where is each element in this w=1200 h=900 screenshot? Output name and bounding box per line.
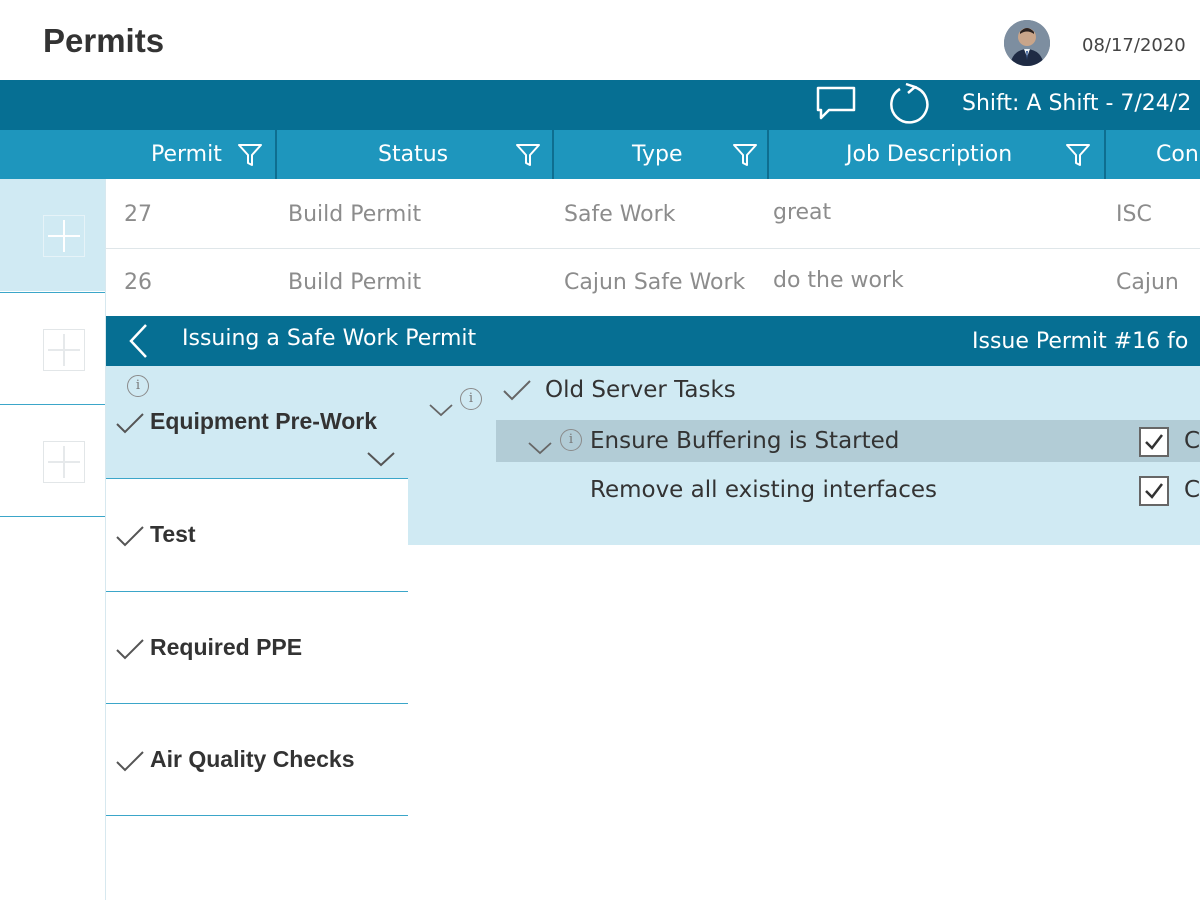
info-icon[interactable]: i: [560, 429, 582, 451]
page-title: Permits: [43, 22, 165, 59]
column-header-con[interactable]: Con: [1156, 130, 1199, 179]
filter-icon[interactable]: [237, 142, 263, 168]
chevron-down-icon[interactable]: [428, 402, 454, 418]
cell-permit: 26: [124, 270, 152, 295]
checkbox-label: C: [1184, 428, 1200, 454]
wizard-right-label: Issue Permit #16 fo: [972, 329, 1189, 354]
column-divider: [275, 130, 277, 179]
column-divider: [1104, 130, 1106, 179]
info-icon[interactable]: i: [127, 375, 149, 397]
wizard-title: Issuing a Safe Work Permit: [182, 326, 477, 351]
step-air-quality-checks[interactable]: Air Quality Checks: [106, 704, 408, 816]
step-label: Equipment Pre-Work: [150, 408, 378, 434]
header-date: 08/17/2020: [1082, 35, 1186, 56]
cell-status: Build Permit: [288, 202, 422, 227]
column-divider: [552, 130, 554, 179]
rail-divider: [0, 516, 105, 517]
add-icon[interactable]: [43, 441, 85, 483]
subtask-checkbox[interactable]: [1139, 427, 1169, 457]
shift-label[interactable]: Shift: A Shift - 7/24/2: [962, 91, 1191, 116]
table-row[interactable]: 27 Build Permit Safe Work great ISC: [106, 180, 1200, 249]
cell-type: Safe Work: [564, 202, 676, 227]
rail-cell[interactable]: [0, 405, 105, 517]
step-label: Test: [150, 521, 196, 547]
table-row[interactable]: 26 Build Permit Cajun Safe Work do the w…: [106, 249, 1200, 318]
add-icon[interactable]: [43, 215, 85, 257]
column-header-permit[interactable]: Permit: [151, 130, 222, 179]
cell-con: ISC: [1116, 202, 1152, 227]
back-chevron-icon[interactable]: [124, 322, 154, 360]
task-group-label: Old Server Tasks: [545, 377, 736, 403]
check-icon: [116, 639, 144, 660]
add-icon[interactable]: [43, 329, 85, 371]
step-label: Air Quality Checks: [150, 746, 355, 772]
refresh-icon[interactable]: [886, 82, 930, 126]
column-header-job-description[interactable]: Job Description: [846, 130, 1012, 179]
step-equipment-pre-work[interactable]: i Equipment Pre-Work: [106, 366, 408, 478]
check-icon: [116, 751, 144, 772]
filter-icon[interactable]: [1065, 142, 1091, 168]
task-item-checkbox[interactable]: [1139, 476, 1169, 506]
task-item-label: Remove all existing interfaces: [590, 477, 938, 503]
cell-status: Build Permit: [288, 270, 422, 295]
chat-icon[interactable]: [815, 85, 857, 123]
rail-cell[interactable]: [0, 293, 105, 405]
rail-cell-selected[interactable]: [0, 179, 105, 291]
check-icon: [116, 526, 144, 547]
avatar-image: [1004, 20, 1050, 66]
cell-permit: 27: [124, 202, 152, 227]
column-divider: [767, 130, 769, 179]
cell-type: Cajun Safe Work: [564, 270, 746, 295]
check-icon: [116, 413, 144, 434]
step-test[interactable]: Test: [106, 479, 408, 591]
cell-job-description: great: [773, 200, 832, 225]
cell-con: Cajun: [1116, 270, 1179, 295]
chevron-down-icon[interactable]: [366, 450, 396, 468]
column-header-status[interactable]: Status: [378, 130, 448, 179]
chevron-down-icon[interactable]: [527, 440, 553, 456]
subtask-label: Ensure Buffering is Started: [590, 428, 900, 454]
checkmark-icon: [1145, 434, 1163, 450]
checkmark-icon: [1145, 483, 1163, 499]
check-icon: [503, 380, 531, 401]
checkbox-label: C: [1184, 477, 1200, 503]
column-header-type[interactable]: Type: [632, 130, 683, 179]
step-label: Required PPE: [150, 634, 303, 660]
cell-job-description: do the work: [773, 268, 904, 293]
filter-icon[interactable]: [515, 142, 541, 168]
info-icon[interactable]: i: [460, 388, 482, 410]
user-avatar[interactable]: [1004, 20, 1050, 66]
filter-icon[interactable]: [732, 142, 758, 168]
step-required-ppe[interactable]: Required PPE: [106, 592, 408, 704]
step-divider: [106, 815, 408, 816]
